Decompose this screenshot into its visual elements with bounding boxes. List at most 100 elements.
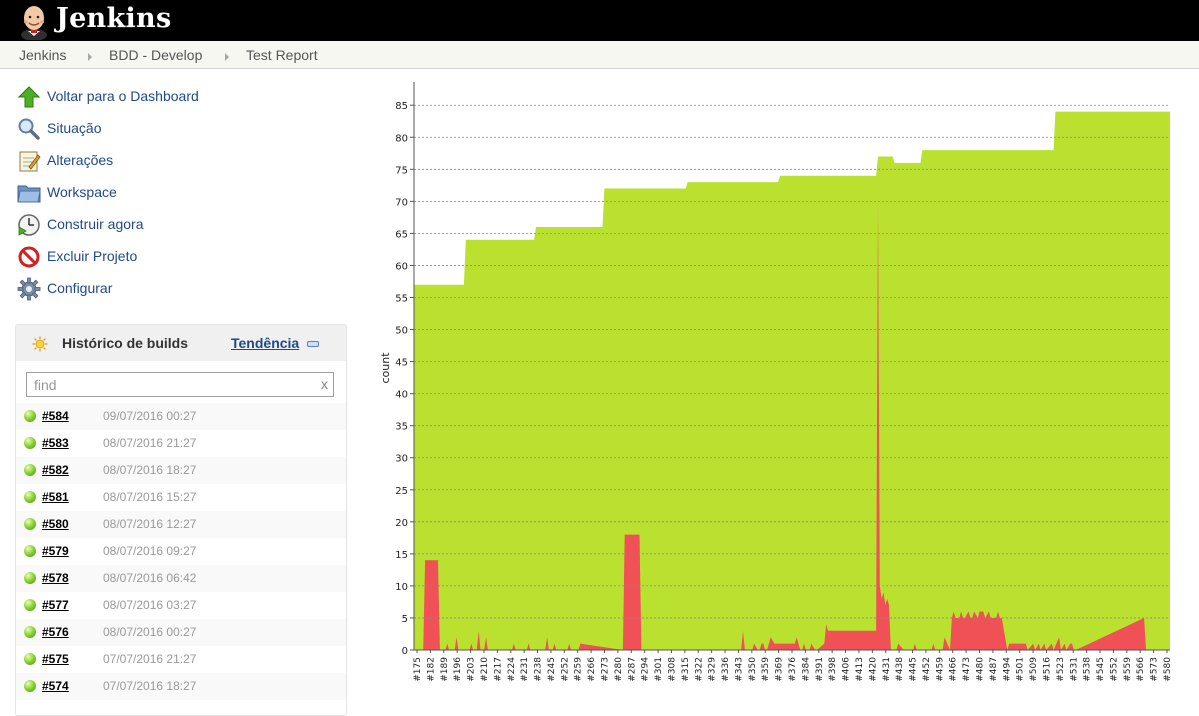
build-date[interactable]: 08/07/2016 21:27 [103,436,196,450]
build-date[interactable]: 08/07/2016 12:27 [103,517,196,531]
task-label: Workspace [47,184,117,200]
build-date[interactable]: 08/07/2016 03:27 [103,598,196,612]
x-tick-label: #273 [601,657,611,682]
collapse-icon[interactable] [307,341,319,347]
build-number-link[interactable]: #576 [42,625,69,639]
breadcrumb-item-jenkins[interactable]: Jenkins [19,47,66,63]
y-tick-label: 55 [395,294,408,305]
x-tick-label: #384 [801,657,811,682]
clear-search-icon[interactable]: x [321,376,328,392]
x-tick-label: #266 [587,657,597,682]
y-tick-label: 60 [395,261,408,272]
x-tick-label: #559 [1123,657,1133,682]
x-tick-label: #531 [1069,657,1079,682]
sun-icon [32,336,48,352]
build-number-link[interactable]: #580 [42,517,69,531]
build-date[interactable]: 09/07/2016 00:27 [103,409,196,423]
build-row[interactable]: #583 08/07/2016 21:27 [16,430,346,457]
search-placeholder: find [34,377,57,393]
x-tick-label: #189 [440,657,450,682]
x-tick-label: #329 [708,657,718,682]
no-entry-icon [17,245,41,269]
x-tick-label: #552 [1109,657,1119,682]
breadcrumb-item-test-report[interactable]: Test Report [246,47,318,63]
build-number-link[interactable]: #581 [42,490,69,504]
build-row[interactable]: #578 08/07/2016 06:42 [16,565,346,592]
up-arrow-icon [17,85,41,109]
y-tick-label: 85 [395,101,408,112]
series-area-pass [414,111,1170,651]
build-date[interactable]: 08/07/2016 15:27 [103,490,196,504]
jenkins-butler-icon[interactable] [16,2,52,41]
success-ball-icon [24,599,36,611]
x-tick-label: #231 [520,657,530,682]
build-date[interactable]: 08/07/2016 00:27 [103,625,196,639]
build-date[interactable]: 08/07/2016 18:27 [103,463,196,477]
x-tick-label: #516 [1042,657,1052,682]
gear-icon [17,277,41,301]
x-tick-label: #391 [815,657,825,682]
build-row[interactable]: #577 08/07/2016 03:27 [16,592,346,619]
build-date[interactable]: 07/07/2016 18:27 [103,679,196,693]
build-row[interactable]: #576 08/07/2016 00:27 [16,619,346,646]
x-tick-label: #301 [654,657,664,682]
build-history-panel: Histórico de builds Tendência find x #58… [15,324,347,716]
x-tick-label: #252 [560,657,570,682]
build-row[interactable]: #574 07/07/2016 18:27 [16,673,346,700]
build-search-input[interactable]: find x [26,372,334,397]
y-tick-label: 75 [395,165,408,176]
x-tick-label: #245 [547,657,557,682]
success-ball-icon [24,491,36,503]
build-number-link[interactable]: #575 [42,652,69,666]
build-row[interactable]: #575 07/07/2016 21:27 [16,646,346,673]
x-tick-label: #413 [855,657,865,682]
x-tick-label: #359 [761,657,771,682]
build-history-header: Histórico de builds Tendência [16,325,346,361]
x-tick-label: #196 [453,657,463,682]
y-tick-label: 70 [395,197,408,208]
build-date[interactable]: 08/07/2016 06:42 [103,571,196,585]
y-axis-label: count [379,352,392,384]
x-tick-label: #466 [949,657,959,682]
x-tick-label: #259 [574,657,584,682]
x-tick-label: #420 [868,657,878,682]
trend-link[interactable]: Tendência [231,335,299,351]
x-tick-label: #287 [627,657,637,682]
success-ball-icon [24,518,36,530]
y-tick-label: 80 [395,133,408,144]
folder-icon [17,181,41,205]
success-ball-icon [24,626,36,638]
build-date[interactable]: 08/07/2016 09:27 [103,544,196,558]
build-row[interactable]: #584 09/07/2016 00:27 [16,403,346,430]
x-tick-label: #566 [1136,657,1146,682]
build-number-link[interactable]: #578 [42,571,69,585]
build-number-link[interactable]: #577 [42,598,69,612]
build-row[interactable]: #581 08/07/2016 15:27 [16,484,346,511]
breadcrumb-separator-icon[interactable] [225,53,229,61]
task-label: Construir agora [47,216,144,232]
x-tick-label: #459 [935,657,945,682]
breadcrumb: Jenkins BDD - Develop Test Report [0,41,1199,69]
breadcrumb-separator-icon[interactable] [88,53,92,61]
build-number-link[interactable]: #583 [42,436,69,450]
x-tick-label: #175 [413,657,423,682]
build-row[interactable]: #579 08/07/2016 09:27 [16,538,346,565]
build-number-link[interactable]: #579 [42,544,69,558]
task-label: Situação [47,120,102,136]
x-tick-label: #487 [989,657,999,682]
x-tick-label: #538 [1083,657,1093,682]
test-result-trend-chart: 0 5 10 15 20 25 30 35 40 45 50 55 60 65 70 75 80 85 #175 #1… [370,80,1199,709]
x-tick-label: #315 [681,657,691,682]
build-number-link[interactable]: #574 [42,679,69,693]
y-tick-label: 15 [395,550,408,561]
build-number-link[interactable]: #584 [42,409,69,423]
build-row[interactable]: #580 08/07/2016 12:27 [16,511,346,538]
app-title[interactable]: Jenkins [56,3,171,34]
x-tick-label: #210 [480,657,490,682]
build-row[interactable]: #582 08/07/2016 18:27 [16,457,346,484]
x-tick-label: #445 [909,657,919,682]
build-date[interactable]: 07/07/2016 21:27 [103,652,196,666]
breadcrumb-item-project[interactable]: BDD - Develop [109,47,202,63]
build-number-link[interactable]: #582 [42,463,69,477]
x-tick-label: #343 [734,657,744,682]
